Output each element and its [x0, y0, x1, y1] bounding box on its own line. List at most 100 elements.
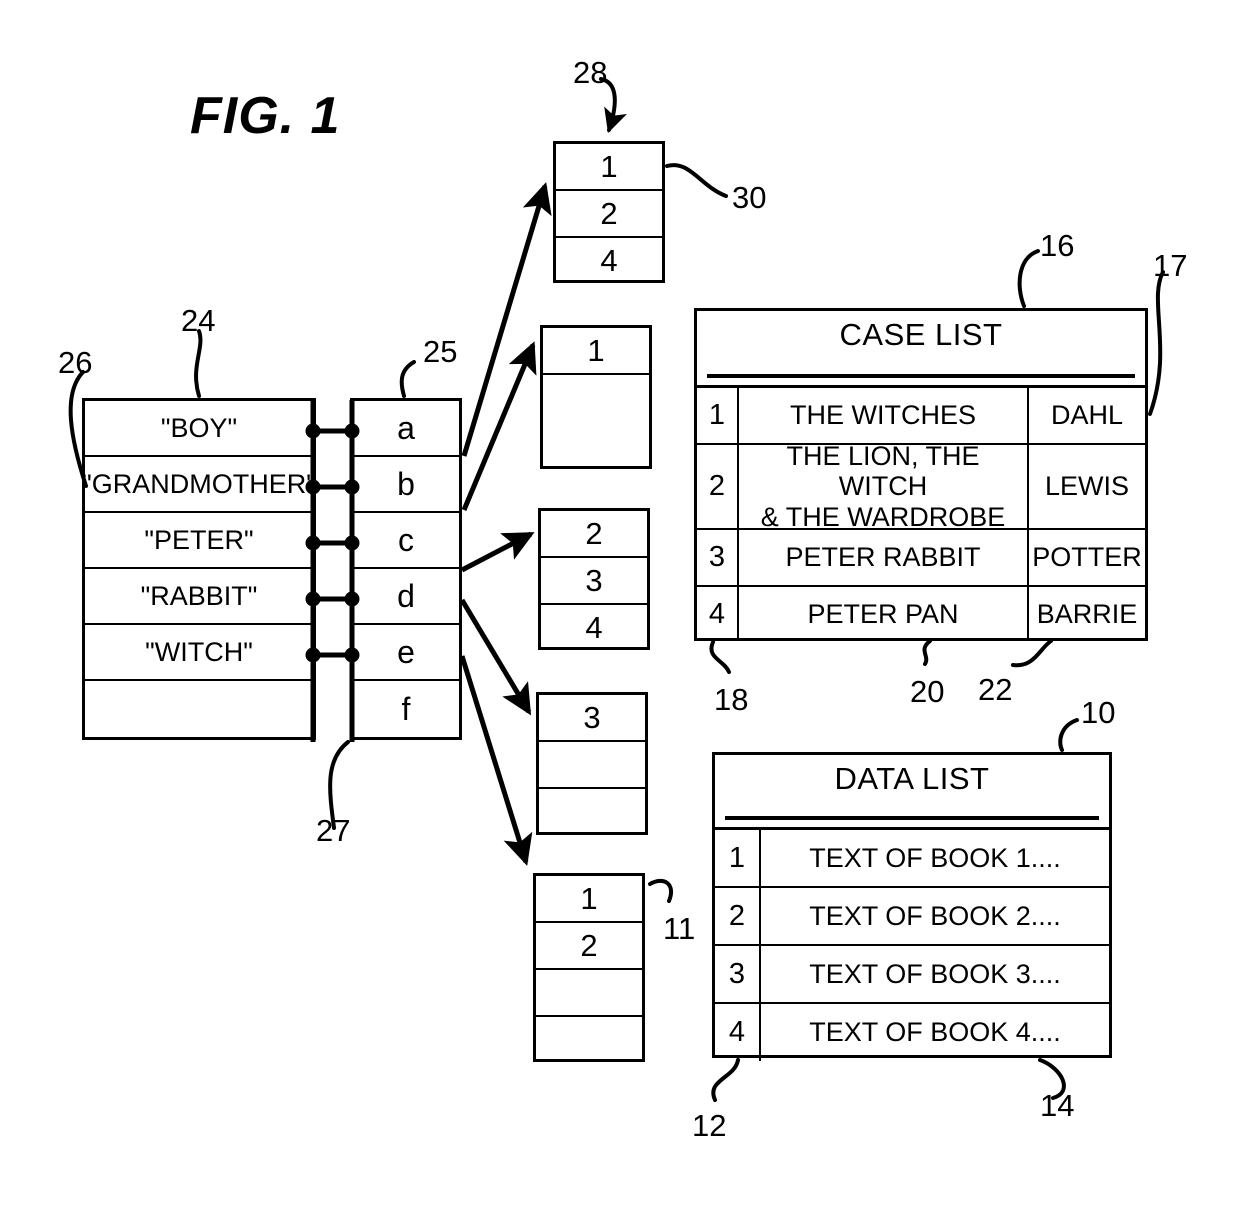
- data-text-cell: TEXT OF BOOK 2....: [809, 900, 1061, 931]
- case-number-cell: [539, 789, 645, 836]
- ref-numeral-17: 17: [1153, 248, 1188, 283]
- case-number-cell: 4: [600, 243, 618, 278]
- case-number-box: 1 2: [533, 873, 645, 1062]
- ref-numeral-20: 20: [910, 674, 945, 709]
- word-list-table: "BOY" "GRANDMOTHER" "PETER" "RABBIT" "WI…: [82, 398, 316, 740]
- case-number-box: 2 3 4: [538, 508, 650, 650]
- pointer-arrow-d: [459, 598, 532, 716]
- pointer-arrow-c: [460, 531, 535, 573]
- case-list-title: CASE LIST: [839, 317, 1003, 352]
- ref-numeral-18: 18: [714, 682, 749, 717]
- table-row: 3 PETER RABBIT POTTER: [697, 530, 1145, 587]
- table-row: 3 TEXT OF BOOK 3....: [715, 946, 1109, 1004]
- ref-numeral-10: 10: [1081, 695, 1116, 730]
- leader-20: [922, 639, 932, 666]
- case-number-cell: 1: [697, 388, 739, 443]
- word-list-row: [85, 681, 313, 737]
- table-row: 2 THE LION, THE WITCH & THE WARDROBE LEW…: [697, 441, 1145, 532]
- pointer-arrows: [459, 182, 552, 866]
- case-number-cell: [536, 1017, 642, 1063]
- case-author-cell: BARRIE: [1027, 587, 1145, 641]
- data-list-title: DATA LIST: [834, 761, 990, 796]
- table-row: 1 THE WITCHES DAHL: [697, 388, 1145, 445]
- data-number-cell: 2: [715, 888, 761, 944]
- case-number-cell: [536, 970, 642, 1017]
- case-number-cell: 1: [556, 144, 662, 191]
- case-number-box: 1 2 4: [553, 141, 665, 283]
- header-rule: [725, 816, 1099, 820]
- case-number-cell: [539, 742, 645, 789]
- ref-numeral-14: 14: [1040, 1088, 1075, 1123]
- word-list-row: "WITCH": [85, 625, 313, 681]
- case-number-cell: 3: [539, 695, 645, 742]
- pointer-row: c: [353, 513, 459, 569]
- data-list-header: DATA LIST: [715, 755, 1109, 827]
- header-rule: [707, 374, 1135, 378]
- case-author-cell: DAHL: [1027, 388, 1145, 443]
- ref-numeral-26: 26: [58, 345, 93, 380]
- case-number-cell: 1: [536, 876, 642, 923]
- case-number-cell: 4: [697, 587, 739, 641]
- case-list-header: CASE LIST: [697, 311, 1145, 385]
- word-list-row: "BOY": [85, 401, 313, 457]
- ref-numeral-12: 12: [692, 1108, 727, 1143]
- table-row: 2 TEXT OF BOOK 2....: [715, 888, 1109, 946]
- case-number-box: 1: [540, 325, 652, 469]
- table-row: 4 PETER PAN BARRIE: [697, 587, 1145, 641]
- ref-numeral-28: 28: [573, 55, 608, 90]
- pointer-arrow-e: [459, 655, 533, 866]
- leader-25: [399, 360, 416, 398]
- pointer-row: a: [353, 401, 459, 457]
- case-number-cell: 4: [585, 610, 603, 645]
- case-number-cell: 1: [543, 328, 649, 375]
- leader-18: [709, 640, 731, 674]
- leader-24: [194, 329, 203, 398]
- case-number-cell: 3: [697, 530, 739, 585]
- case-title-cell: PETER PAN: [807, 598, 959, 629]
- case-title-cell: PETER RABBIT: [785, 542, 981, 573]
- case-author-cell: LEWIS: [1027, 445, 1145, 528]
- case-number-cell: 2: [697, 445, 739, 528]
- table-row: 1 TEXT OF BOOK 1....: [715, 830, 1109, 888]
- data-text-cell: TEXT OF BOOK 1....: [809, 842, 1061, 873]
- leader-30: [665, 163, 728, 198]
- case-list-body: 1 THE WITCHES DAHL 2 THE LION, THE WITCH…: [697, 385, 1145, 641]
- word-list-row: "GRANDMOTHER": [82, 457, 316, 513]
- leader-17: [1148, 270, 1165, 416]
- case-number-cell: [543, 375, 649, 468]
- case-number-cell: 2: [541, 511, 647, 558]
- data-number-cell: 4: [715, 1004, 761, 1061]
- pointer-column-table: a b c d e f: [350, 398, 462, 740]
- pointer-arrow-a: [461, 182, 552, 457]
- ref-numeral-24: 24: [181, 303, 216, 338]
- case-number-cell: 3: [541, 558, 647, 605]
- pointer-row: d: [353, 569, 459, 625]
- case-list-table: CASE LIST 1 THE WITCHES DAHL 2 THE LION,…: [694, 308, 1148, 641]
- case-author-cell: POTTER: [1027, 530, 1145, 585]
- ref-numeral-27: 27: [316, 813, 351, 848]
- figure-title: FIG. 1: [190, 87, 341, 145]
- case-title-cell: THE WITCHES: [790, 400, 976, 431]
- ref-numeral-25: 25: [423, 334, 458, 369]
- leader-10: [1058, 718, 1079, 752]
- case-number-cell: 2: [536, 923, 642, 970]
- patent-figure: FIG. 1 "BOY" "GRANDMOTHER" "PETER" "RABB…: [0, 0, 1240, 1228]
- leader-16: [1017, 249, 1040, 308]
- data-number-cell: 3: [715, 946, 761, 1002]
- data-list-table: DATA LIST 1 TEXT OF BOOK 1.... 2 TEXT OF…: [712, 752, 1112, 1061]
- leader-22: [1011, 639, 1053, 668]
- pointer-row: e: [353, 625, 459, 681]
- case-number-box: 3: [536, 692, 648, 835]
- table-row: 4 TEXT OF BOOK 4....: [715, 1004, 1109, 1061]
- pointer-row: b: [353, 457, 459, 513]
- case-title-cell: THE LION, THE WITCH & THE WARDROBE: [760, 441, 1006, 532]
- pointer-arrow-b: [461, 341, 537, 511]
- word-list-row: "RABBIT": [85, 569, 313, 625]
- data-text-cell: TEXT OF BOOK 4....: [809, 1017, 1061, 1048]
- pointer-row: f: [401, 690, 411, 727]
- data-list-body: 1 TEXT OF BOOK 1.... 2 TEXT OF BOOK 2...…: [715, 827, 1109, 1061]
- data-number-cell: 1: [715, 830, 761, 886]
- ref-numeral-30: 30: [732, 180, 767, 215]
- ref-numeral-22: 22: [978, 672, 1013, 707]
- case-number-cell: 2: [556, 191, 662, 238]
